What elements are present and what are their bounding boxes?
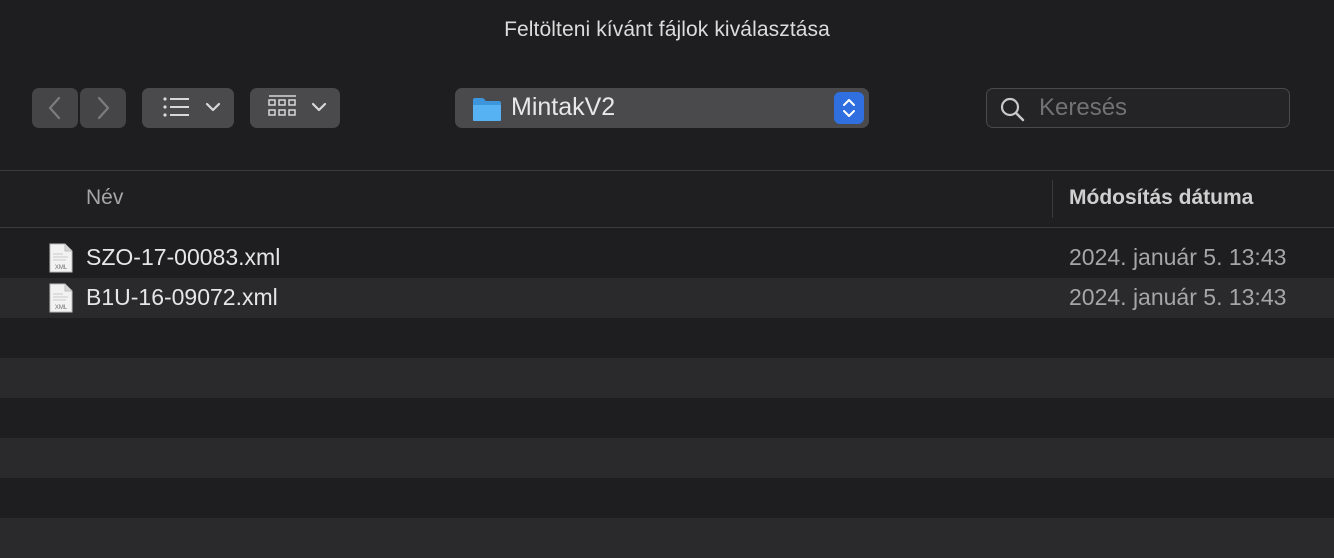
up-down-chevron-icon	[843, 99, 855, 117]
grid-view-icon	[268, 95, 327, 116]
search-field[interactable]	[986, 88, 1290, 128]
file-list: XML SZO-17-00083.xml 2024. január 5. 13:…	[0, 238, 1334, 558]
column-header-name[interactable]: Név	[86, 186, 123, 210]
back-button[interactable]	[32, 88, 78, 128]
list-item[interactable]: XML SZO-17-00083.xml 2024. január 5. 13:…	[0, 238, 1334, 278]
xml-file-icon: XML	[49, 283, 73, 313]
list-view-button[interactable]	[142, 88, 234, 128]
file-name: SZO-17-00083.xml	[86, 244, 281, 270]
folder-icon	[473, 98, 501, 121]
column-header-row: Név Módosítás dátuma	[0, 171, 1334, 227]
empty-row	[0, 478, 1334, 518]
empty-row	[0, 438, 1334, 478]
chevron-left-icon	[48, 96, 61, 120]
column-separator[interactable]	[1052, 180, 1053, 218]
file-icon-label: XML	[55, 265, 68, 271]
location-stepper[interactable]	[834, 92, 864, 124]
list-item[interactable]: XML B1U-16-09072.xml 2024. január 5. 13:…	[0, 278, 1334, 318]
xml-file-icon: XML	[49, 243, 73, 273]
location-popup[interactable]: MintakV2	[455, 88, 869, 128]
forward-button[interactable]	[80, 88, 126, 128]
file-icon-label: XML	[55, 305, 68, 311]
list-view-icon	[163, 97, 221, 117]
empty-row	[0, 318, 1334, 358]
window-title: Feltölteni kívánt fájlok kiválasztása	[504, 18, 830, 41]
file-modified-date: 2024. január 5. 13:43	[1069, 244, 1287, 270]
column-header-date[interactable]: Módosítás dátuma	[1069, 186, 1253, 210]
empty-row	[0, 398, 1334, 438]
grid-view-button[interactable]	[250, 88, 340, 128]
chevron-right-icon	[97, 96, 110, 120]
file-picker-window: Feltölteni kívánt fájlok kiválasztása Mi…	[0, 0, 1334, 558]
search-input[interactable]	[1039, 93, 1279, 123]
file-modified-date: 2024. január 5. 13:43	[1069, 284, 1287, 310]
file-name: B1U-16-09072.xml	[86, 284, 278, 310]
empty-row	[0, 358, 1334, 398]
empty-row	[0, 518, 1334, 558]
header-divider	[0, 227, 1334, 228]
location-label: MintakV2	[511, 93, 616, 121]
search-icon	[1000, 97, 1025, 122]
